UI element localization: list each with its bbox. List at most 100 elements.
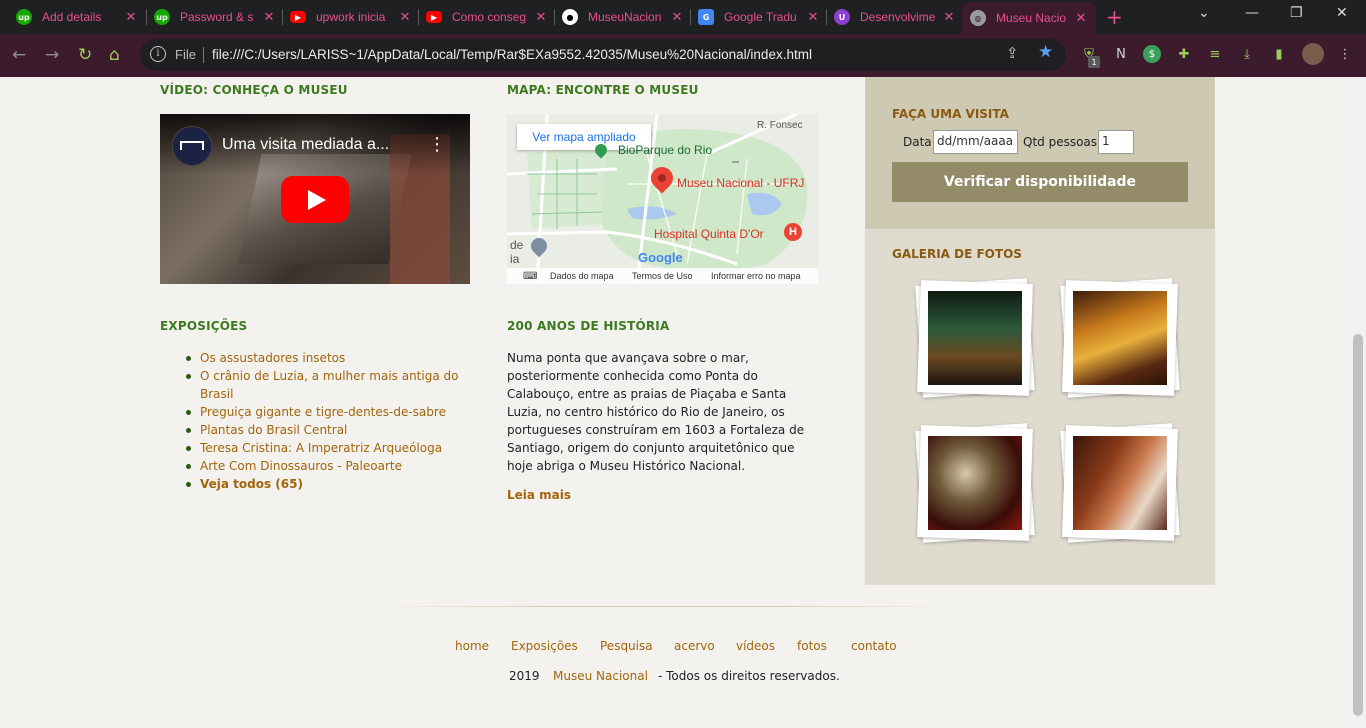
gallery-photo[interactable] <box>1060 278 1180 398</box>
exposicoes-title: EXPOSIÇÕES <box>160 319 248 333</box>
tab-google-translate[interactable]: G Google Tradu ✕ <box>690 2 828 32</box>
footer-divider <box>380 606 950 607</box>
footer-nav-exposicoes[interactable]: Exposições <box>511 639 578 653</box>
restore-icon[interactable]: ❐ <box>1290 5 1303 21</box>
tab-title: MuseuNacion <box>588 10 662 24</box>
gallery-photo[interactable] <box>915 423 1035 543</box>
side-panel-icon[interactable]: ▮ <box>1270 45 1288 63</box>
reload-icon[interactable]: ↻ <box>78 44 92 66</box>
close-icon[interactable]: ✕ <box>398 10 412 25</box>
scrollbar-thumb[interactable] <box>1353 334 1363 716</box>
map-museum-label: Museu Nacional - UFRJ <box>677 176 805 190</box>
bookmark-star-icon[interactable]: ★ <box>1038 42 1053 62</box>
tab-title: upwork inicia <box>316 10 386 24</box>
check-availability-button[interactable]: Verificar disponibilidade <box>892 162 1188 202</box>
tab-title: Add details <box>42 10 102 24</box>
copyright-brand-link[interactable]: Museu Nacional <box>553 669 648 683</box>
close-icon[interactable]: ✕ <box>262 10 276 25</box>
play-button-icon[interactable] <box>281 176 349 223</box>
menu-kebab-icon[interactable]: ⋮ <box>1336 45 1354 63</box>
share-icon[interactable]: ⇪ <box>1006 44 1019 62</box>
copyright-year: 2019 <box>509 669 540 683</box>
new-tab-plus-icon[interactable]: + <box>1106 5 1123 29</box>
video-title[interactable]: Uma visita mediada a... <box>222 136 389 154</box>
keyboard-icon[interactable]: ⌨ <box>523 271 537 282</box>
list-item[interactable]: Plantas do Brasil Central <box>184 421 474 439</box>
footer-nav-acervo[interactable]: acervo <box>674 639 715 653</box>
people-input[interactable]: 1 <box>1098 130 1134 154</box>
media-queue-icon[interactable]: ≡ <box>1206 45 1224 63</box>
footer-nav-home[interactable]: home <box>455 639 489 653</box>
page-scrollbar[interactable] <box>1350 77 1366 728</box>
upwork-icon: up <box>154 9 170 25</box>
list-item[interactable]: Os assustadores insetos <box>184 349 474 367</box>
tab-search-chevron-icon[interactable]: ⌄ <box>1198 5 1210 21</box>
tab-password[interactable]: up Password & s ✕ <box>146 2 284 32</box>
tab-upwork-video[interactable]: ▶ upwork inicia ✕ <box>282 2 420 32</box>
google-logo: Google <box>638 250 683 265</box>
channel-logo[interactable] <box>172 126 212 166</box>
gallery-photo[interactable] <box>915 278 1035 398</box>
info-icon[interactable]: i <box>150 46 166 62</box>
globe-icon: ◍ <box>970 10 986 26</box>
visit-panel <box>865 77 1215 229</box>
gallery-image <box>1073 291 1167 385</box>
gallery-photo[interactable] <box>1060 423 1180 543</box>
file-label: File <box>175 47 196 62</box>
forward-arrow-icon[interactable]: → <box>45 44 59 66</box>
embedded-map[interactable]: Ver mapa ampliado R. Fonsec BioParque do… <box>507 114 818 284</box>
video-player[interactable]: Uma visita mediada a... ⋮ <box>160 114 470 284</box>
footer-nav-fotos[interactable]: fotos <box>797 639 827 653</box>
video-section-title: VÍDEO: CONHEÇA O MUSEU <box>160 83 348 97</box>
date-input[interactable]: dd/mm/aaaa <box>933 130 1018 154</box>
list-item[interactable]: Teresa Cristina: A Imperatriz Arqueóloga <box>184 439 474 457</box>
extension-badge: 1 <box>1088 56 1100 68</box>
puzzle-extensions-icon[interactable]: ✚ <box>1175 45 1193 63</box>
map-footer: ⌨ Dados do mapa Termos de Uso Informar e… <box>507 268 818 284</box>
map-data-link[interactable]: Dados do mapa <box>550 271 614 281</box>
video-menu-icon[interactable]: ⋮ <box>428 134 446 155</box>
map-report-link[interactable]: Informar erro no mapa <box>711 271 801 281</box>
url-text[interactable]: file:///C:/Users/LARISS~1/AppData/Local/… <box>212 47 812 62</box>
dollar-extension-icon[interactable]: $ <box>1143 45 1161 63</box>
see-all-link[interactable]: Veja todos (65) <box>184 475 474 493</box>
gallery-image <box>1073 436 1167 530</box>
map-de-label: de <box>510 238 524 252</box>
footer-nav-pesquisa[interactable]: Pesquisa <box>600 639 653 653</box>
notion-extension-icon[interactable]: N <box>1112 45 1130 63</box>
home-icon[interactable]: ⌂ <box>109 44 120 66</box>
tab-title: Como conseg <box>452 10 527 24</box>
tab-strip: up Add details ✕ up Password & s ✕ ▶ upw… <box>0 0 1366 34</box>
tab-como-conseguir[interactable]: ▶ Como conseg ✕ <box>418 2 556 32</box>
tab-desenvolvimento[interactable]: U Desenvolvime ✕ <box>826 2 964 32</box>
list-item[interactable]: Arte Com Dinossauros - Paleoarte <box>184 457 474 475</box>
map-section-title: MAPA: ENCONTRE O MUSEU <box>507 83 699 97</box>
list-item[interactable]: Preguiça gigante e tigre-dentes-de-sabre <box>184 403 474 421</box>
minimize-icon[interactable]: — <box>1245 5 1259 21</box>
tab-add-details[interactable]: up Add details ✕ <box>8 2 146 32</box>
map-hospital-label: Hospital Quinta D'Or <box>654 227 764 241</box>
close-icon[interactable]: ✕ <box>124 10 138 25</box>
people-label: Qtd pessoas <box>1023 135 1098 149</box>
footer-nav-videos[interactable]: vídeos <box>736 639 775 653</box>
footer-nav-contato[interactable]: contato <box>851 639 897 653</box>
close-icon[interactable]: ✕ <box>1074 11 1088 26</box>
profile-avatar[interactable] <box>1302 43 1324 65</box>
map-terms-link[interactable]: Termos de Uso <box>632 271 693 281</box>
close-icon[interactable]: ✕ <box>806 10 820 25</box>
address-bar[interactable]: i File file:///C:/Users/LARISS~1/AppData… <box>140 39 1066 71</box>
read-more-link[interactable]: Leia mais <box>507 488 571 502</box>
close-icon[interactable]: ✕ <box>942 10 956 25</box>
tab-github[interactable]: ● MuseuNacion ✕ <box>554 2 692 32</box>
back-arrow-icon[interactable]: ← <box>12 44 26 66</box>
download-icon[interactable]: ⤓ <box>1238 45 1256 63</box>
window-close-icon[interactable]: ✕ <box>1336 5 1348 21</box>
list-item[interactable]: O crânio de Luzia, a mulher mais antiga … <box>184 367 474 403</box>
tab-title: Password & s <box>180 10 254 24</box>
close-icon[interactable]: ✕ <box>534 10 548 25</box>
tab-title: Museu Nacio <box>996 11 1067 25</box>
close-icon[interactable]: ✕ <box>670 10 684 25</box>
browser-toolbar: ← → ↻ ⌂ i File file:///C:/Users/LARISS~1… <box>0 34 1366 77</box>
tab-title: Google Tradu <box>724 10 797 24</box>
tab-museu-nacional[interactable]: ◍ Museu Nacio ✕ <box>962 2 1096 34</box>
